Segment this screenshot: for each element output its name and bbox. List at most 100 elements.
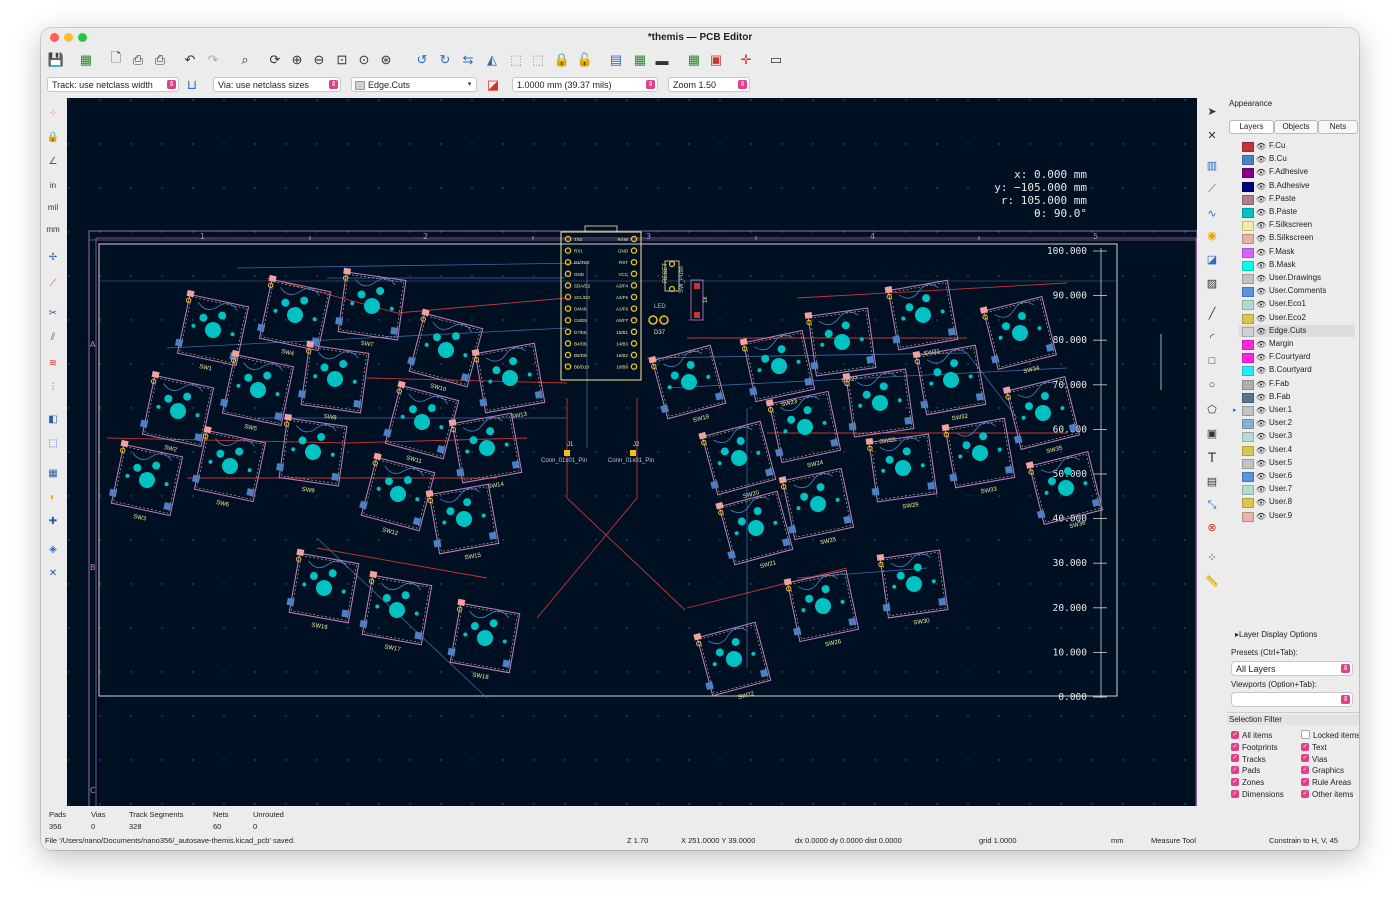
layer-color-swatch[interactable]	[1242, 168, 1254, 179]
zoom-out-icon[interactable]: ⊖	[310, 51, 328, 69]
via-outline-icon[interactable]: ⫶	[44, 378, 62, 396]
filter-checkbox[interactable]: ✓ Dimensions	[1231, 789, 1284, 800]
layer-row[interactable]: 👁 B.Fab	[1239, 391, 1355, 403]
layer-row[interactable]: 👁 B.Mask	[1239, 259, 1355, 271]
visibility-eye-icon[interactable]: 👁	[1256, 247, 1266, 259]
net-highlight-icon[interactable]: ◐	[44, 488, 62, 506]
scripting-console-icon[interactable]: ▭	[767, 51, 785, 69]
plot-icon[interactable]: ⎙	[151, 51, 169, 69]
footprint-editor-icon[interactable]: ▬	[653, 51, 671, 69]
visibility-eye-icon[interactable]: 👁	[1256, 207, 1266, 219]
board-setup-icon[interactable]: ▦	[77, 51, 95, 69]
page-settings-icon[interactable]: 🗋	[107, 50, 125, 69]
layer-color-swatch[interactable]	[1242, 406, 1254, 416]
layer-color-swatch[interactable]	[1242, 458, 1254, 469]
track-width-select[interactable]: Track: use netclass width ⇕	[47, 77, 179, 92]
layer-color-swatch[interactable]	[1242, 485, 1254, 496]
draw-polygon-icon[interactable]: ⬠	[1203, 400, 1221, 418]
filter-checkbox[interactable]: ✓ Other items	[1301, 789, 1353, 800]
zone-fill-icon[interactable]: ◧	[44, 410, 62, 428]
visibility-eye-icon[interactable]: 👁	[1256, 418, 1266, 430]
add-zone-icon[interactable]: ◪	[1203, 250, 1221, 268]
visibility-eye-icon[interactable]: 👁	[1256, 431, 1266, 443]
layer-color-swatch[interactable]	[1242, 392, 1254, 403]
visibility-eye-icon[interactable]: 👁	[1256, 233, 1266, 245]
lock-icon[interactable]: 🔒	[553, 51, 571, 69]
layer-color-swatch[interactable]	[1242, 287, 1254, 298]
pcb-canvas[interactable]: 1 2 3 4 5 A B C x: 0.000 mm y: −105.000 …	[67, 98, 1197, 806]
layer-color-swatch[interactable]	[1242, 432, 1254, 443]
unlock-icon[interactable]: 🔓	[576, 51, 594, 69]
visibility-eye-icon[interactable]: 👁	[1256, 313, 1266, 325]
flip-icon[interactable]: ⇆	[459, 51, 477, 69]
tab-layers[interactable]: Layers	[1229, 120, 1274, 134]
delete-icon[interactable]: ⊗	[1203, 518, 1221, 536]
redo-icon[interactable]: ↷	[204, 51, 222, 69]
track-outline-icon[interactable]: ≋	[44, 354, 62, 372]
layer-pair-icon[interactable]: ◪	[484, 76, 502, 94]
curved-ratsnest-icon[interactable]: ✂	[44, 304, 62, 322]
route-icon[interactable]: ✛	[737, 51, 755, 69]
layer-display-options-toggle[interactable]: ▸Layer Display Options	[1235, 630, 1317, 639]
save-icon[interactable]: 💾	[47, 51, 65, 69]
refresh-icon[interactable]: ⟳	[266, 51, 284, 69]
layer-row[interactable]: 👁 B.Adhesive	[1239, 180, 1355, 192]
layer-row[interactable]: 👁 Edge.Cuts	[1239, 324, 1355, 337]
zoom-objects-icon[interactable]: ⊙	[355, 51, 373, 69]
layer-color-swatch[interactable]	[1242, 379, 1254, 390]
layer-color-swatch[interactable]	[1242, 511, 1254, 522]
layer-color-swatch[interactable]	[1242, 498, 1254, 509]
zoom-select[interactable]: Zoom 1.50 ⇕	[668, 77, 750, 92]
drc-icon[interactable]: ▦	[685, 51, 703, 69]
zoom-in-icon[interactable]: ⊕	[288, 51, 306, 69]
layer-row[interactable]: 👁 User.9	[1239, 510, 1355, 522]
layer-row[interactable]: 👁 F.Courtyard	[1239, 351, 1355, 364]
layer-row[interactable]: 👁 F.Silkscreen	[1239, 219, 1355, 232]
rotate-cw-icon[interactable]: ↻	[436, 51, 454, 69]
presets-select[interactable]: All Layers ⇕	[1231, 661, 1353, 676]
add-text-icon[interactable]: T	[1203, 448, 1221, 466]
tools-icon[interactable]: ✕	[44, 564, 62, 582]
layer-row[interactable]: 👁 User.3	[1239, 430, 1355, 443]
layer-row[interactable]: 👁 User.6	[1239, 470, 1355, 482]
layer-row[interactable]: 👁 User.7	[1239, 483, 1355, 496]
layer-row[interactable]: 👁 User.Eco2	[1239, 312, 1355, 324]
filter-checkbox[interactable]: ✓ Rule Areas	[1301, 777, 1351, 788]
layer-color-swatch[interactable]	[1242, 247, 1254, 258]
layer-select[interactable]: Edge.Cuts ▾	[351, 77, 477, 92]
visibility-eye-icon[interactable]: 👁	[1256, 339, 1266, 351]
layer-color-swatch[interactable]	[1242, 194, 1254, 205]
inches-icon[interactable]: in	[44, 176, 62, 194]
checkbox-icon[interactable]: ✓	[1231, 754, 1239, 763]
layer-row[interactable]: 👁 F.Cu	[1239, 140, 1355, 152]
rotate-ccw-icon[interactable]: ↺	[413, 51, 431, 69]
layer-color-swatch[interactable]	[1242, 353, 1254, 364]
checkbox-icon[interactable]: ✓	[1231, 742, 1239, 751]
visibility-eye-icon[interactable]: 👁	[1256, 299, 1266, 311]
checkbox-icon[interactable]: ✓	[1231, 730, 1239, 739]
ungroup-icon[interactable]: ⬚	[529, 51, 547, 69]
rule-area-icon[interactable]: ▨	[1203, 274, 1221, 292]
draw-arc-icon[interactable]: ◜	[1203, 328, 1221, 346]
draw-rect-icon[interactable]: □	[1203, 352, 1221, 370]
add-dimension-icon[interactable]: ⤡	[1203, 496, 1221, 514]
layer-row[interactable]: 👁 B.Paste	[1239, 206, 1355, 218]
visibility-eye-icon[interactable]: 👁	[1256, 458, 1266, 470]
layer-color-swatch[interactable]	[1242, 300, 1254, 311]
filter-checkbox[interactable]: ✓ All items	[1231, 730, 1272, 741]
checkbox-icon[interactable]: ✓	[1301, 766, 1309, 775]
visibility-eye-icon[interactable]: 👁	[1256, 352, 1266, 364]
layer-row[interactable]: 👁 User.Drawings	[1239, 272, 1355, 284]
visibility-eye-icon[interactable]: 👁	[1256, 167, 1266, 179]
outline-mode-icon[interactable]: ⫽	[44, 328, 62, 346]
visibility-eye-icon[interactable]: 👁	[1256, 194, 1266, 206]
millimeters-icon[interactable]: mm	[44, 220, 62, 238]
measure-tool-icon[interactable]: 📏	[1203, 572, 1221, 590]
draw-circle-icon[interactable]: ○	[1203, 376, 1221, 394]
select-icon[interactable]: ➤	[1203, 102, 1221, 120]
checkbox-icon[interactable]: ✓	[1301, 754, 1309, 763]
layer-row[interactable]: 👁 B.Cu	[1239, 153, 1355, 166]
visibility-eye-icon[interactable]: 👁	[1256, 260, 1266, 272]
filter-checkbox[interactable]: Locked items	[1301, 730, 1359, 741]
layer-color-swatch[interactable]	[1242, 472, 1254, 482]
